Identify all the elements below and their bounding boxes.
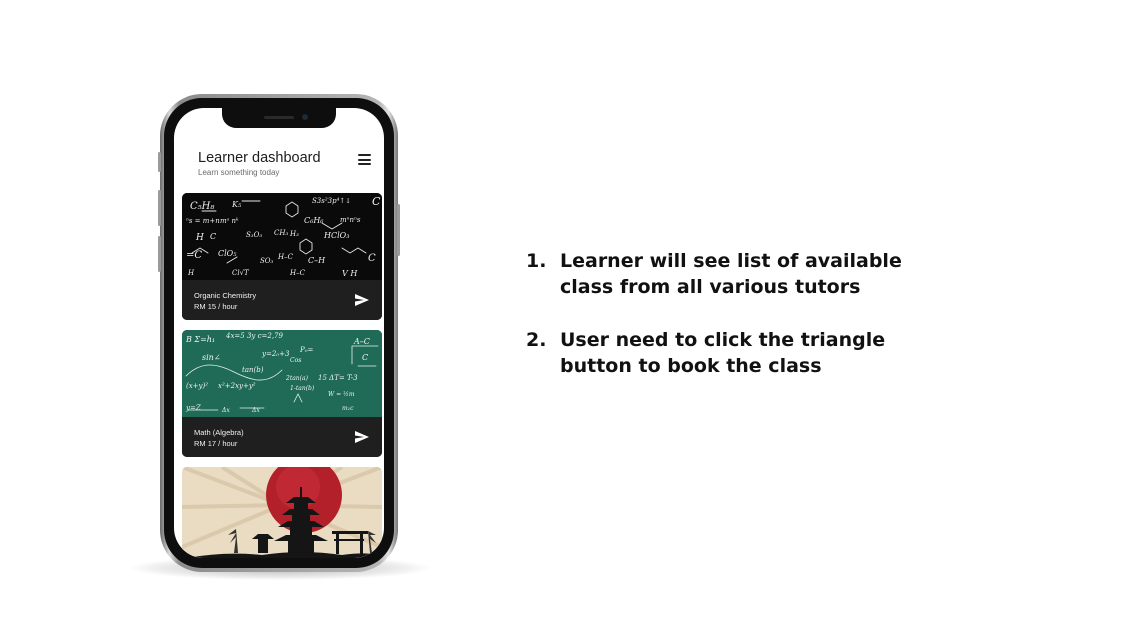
step-text-line: class from all various tutors (560, 276, 861, 298)
class-name: Organic Chemistry (194, 291, 257, 300)
svg-text:H: H (195, 233, 204, 243)
svg-text:C: C (368, 253, 376, 264)
japan-pagoda-image (182, 467, 382, 558)
phone-screen: Learner dashboard Learn something today (174, 108, 384, 558)
send-triangle-icon[interactable] (354, 430, 370, 444)
svg-text:ClO₅: ClO₅ (218, 249, 237, 258)
chemistry-chalkboard-image: C₅H₈ K₅ S3s²3p⁴↑↓ C ⁿs = m+n mᵃ nᵏ C₆H₆ … (182, 193, 382, 280)
svg-text:H–C: H–C (289, 269, 306, 277)
svg-text:mⁿnⁿs: mⁿnⁿs (340, 216, 361, 224)
svg-text:W = ½m: W = ½m (328, 391, 355, 398)
class-name: Math (Algebra) (194, 428, 244, 437)
phone-mute-switch (158, 152, 161, 172)
step-text-line: User need to click the triangle (560, 329, 886, 351)
svg-text:H: H (187, 269, 195, 277)
svg-text:CH₃: CH₃ (274, 229, 288, 237)
svg-text:m₁c: m₁c (342, 405, 354, 412)
class-card-organic-chemistry[interactable]: C₅H₈ K₅ S3s²3p⁴↑↓ C ⁿs = m+n mᵃ nᵏ C₆H₆ … (182, 193, 382, 320)
svg-text:2tan(a): 2tan(a) (285, 375, 309, 382)
svg-text:HClO₃: HClO₃ (323, 231, 349, 240)
phone-volume-up (158, 190, 161, 226)
send-triangle-icon[interactable] (354, 293, 370, 307)
svg-text:H–C: H–C (277, 253, 294, 261)
svg-text:mᵃ nᵏ: mᵃ nᵏ (220, 217, 239, 225)
svg-text:=C: =C (186, 250, 202, 261)
speaker-grille (264, 116, 294, 119)
svg-text:1-tan(b): 1-tan(b) (290, 385, 315, 392)
svg-text:P₀=: P₀= (299, 346, 314, 354)
svg-text:C: C (372, 195, 381, 208)
step-number: 1. (526, 250, 547, 272)
svg-text:H₃: H₃ (289, 230, 299, 238)
hamburger-menu-icon[interactable] (358, 154, 372, 166)
class-card-math-algebra[interactable]: B Σ=h₁ 4x=5 3y c=2,79 P₀= A–C sin∠ y=2₀+… (182, 330, 382, 457)
svg-text:ⁿs = m+n: ⁿs = m+n (186, 217, 220, 225)
svg-text:C: C (362, 353, 368, 362)
svg-text:Cos: Cos (290, 357, 301, 364)
class-price: RM 15 / hour (194, 302, 238, 311)
svg-text:(x+y)²: (x+y)² (186, 382, 208, 390)
page-subtitle: Learn something today (198, 168, 280, 177)
svg-text:4x=5 3y c=2,79: 4x=5 3y c=2,79 (225, 332, 283, 340)
phone-notch (222, 108, 336, 128)
phone-mockup: Learner dashboard Learn something today (158, 94, 400, 572)
svg-text:15 ΔT= T-3: 15 ΔT= T-3 (318, 374, 358, 382)
svg-text:C₅H₈: C₅H₈ (190, 201, 214, 212)
svg-text:B Σ=h₁: B Σ=h₁ (185, 335, 215, 344)
svg-text:C₆H₆: C₆H₆ (304, 216, 324, 225)
math-chalkboard-image: B Σ=h₁ 4x=5 3y c=2,79 P₀= A–C sin∠ y=2₀+… (182, 330, 382, 417)
phone-volume-down (158, 236, 161, 272)
front-camera (302, 114, 308, 120)
step-text-line: Learner will see list of available (560, 250, 902, 272)
svg-text:x²+2xy+y²: x²+2xy+y² (218, 382, 256, 390)
step-text-line: button to book the class (560, 355, 822, 377)
svg-text:C–H: C–H (308, 256, 326, 265)
svg-text:A–C: A–C (353, 337, 370, 346)
svg-text:Δx: Δx (251, 407, 260, 414)
svg-text:C: C (210, 232, 216, 241)
page-title: Learner dashboard (198, 150, 321, 166)
class-price: RM 17 / hour (194, 439, 238, 448)
class-card-info: Math (Algebra) RM 17 / hour (182, 417, 382, 457)
svg-text:SO₃: SO₃ (260, 257, 274, 265)
phone-power-button (397, 204, 400, 256)
svg-text:Δx: Δx (221, 407, 230, 414)
svg-text:sin∠: sin∠ (202, 353, 221, 362)
svg-text:S₃O₃: S₃O₃ (246, 231, 262, 239)
phone-bezel: Learner dashboard Learn something today (164, 98, 394, 568)
svg-text:V H: V H (342, 269, 358, 278)
svg-text:Cl√T: Cl√T (232, 269, 250, 277)
svg-text:y=Z: y=Z (185, 404, 201, 412)
svg-text:S3s²3p⁴↑↓: S3s²3p⁴↑↓ (312, 197, 351, 205)
step-number: 2. (526, 329, 547, 351)
svg-text:K₅: K₅ (231, 200, 242, 209)
class-card-info: Organic Chemistry RM 15 / hour (182, 280, 382, 320)
svg-text:y=2₀+3: y=2₀+3 (261, 350, 290, 358)
class-card-japanese[interactable] (182, 467, 382, 558)
svg-text:tan(b): tan(b) (242, 366, 264, 374)
